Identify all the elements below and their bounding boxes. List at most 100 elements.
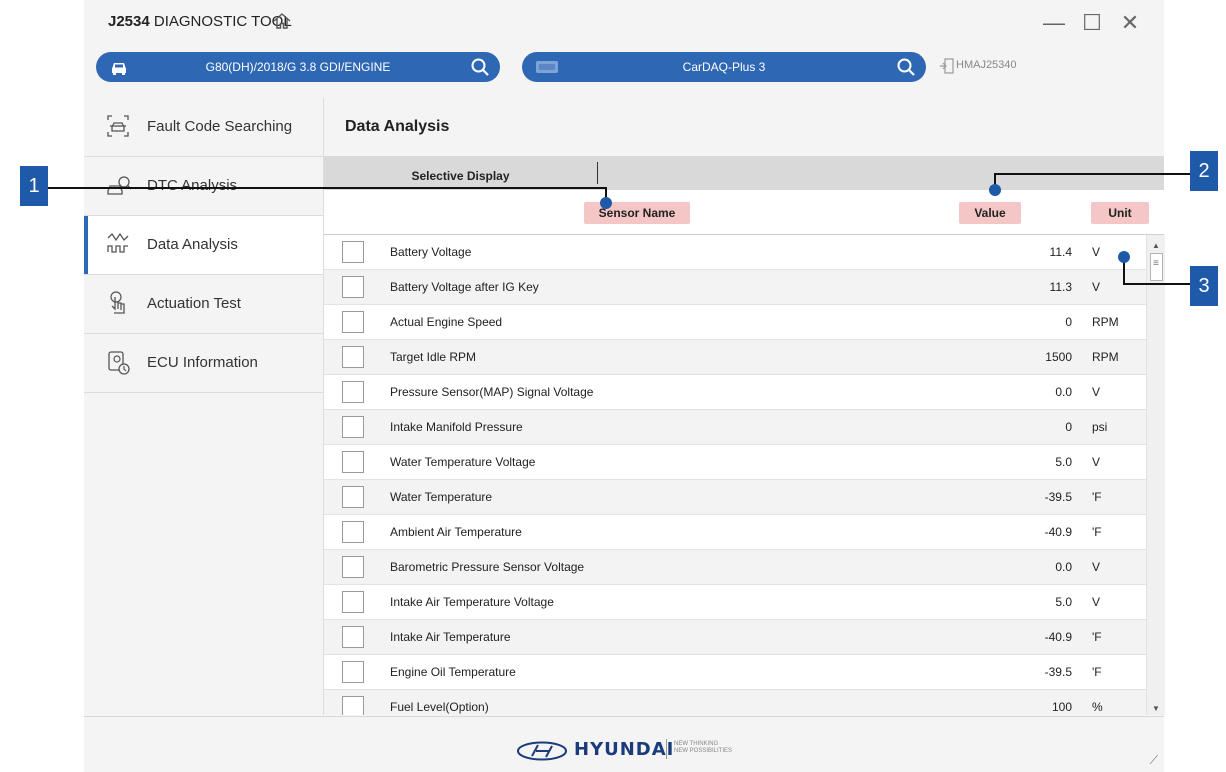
sidebar-item-data-analysis[interactable]: Data Analysis (84, 216, 323, 275)
row-checkbox[interactable] (342, 556, 364, 578)
sensor-unit: 'F (1092, 665, 1102, 679)
sensor-value: 5.0 (1055, 455, 1072, 469)
sensor-value: 11.4 (1049, 245, 1072, 259)
page-title: Data Analysis (345, 118, 450, 135)
table-row[interactable]: Intake Air Temperature Voltage 5.0 V (324, 585, 1146, 620)
resize-grip-icon[interactable]: ⟋ (1150, 753, 1158, 768)
sensor-name: Water Temperature Voltage (390, 455, 536, 469)
vertical-scrollbar[interactable]: ▲ ▼ (1146, 235, 1165, 715)
table-row[interactable]: Fuel Level(Option) 100% (324, 690, 1146, 715)
row-checkbox[interactable] (342, 521, 364, 543)
scroll-up-icon[interactable]: ▲ (1152, 241, 1160, 250)
table-row[interactable]: Intake Air Temperature -40.9 'F (324, 620, 1146, 655)
vehicle-label: G80(DH)/2018/G 3.8 GDI/ENGINE (205, 60, 391, 74)
sidebar-item-fault-code-searching[interactable]: Fault Code Searching (84, 98, 323, 157)
brand-divider (666, 739, 667, 759)
sensor-unit: V (1092, 560, 1101, 574)
sensor-value: -39.5 (1044, 490, 1072, 504)
table-row[interactable]: Actual Engine Speed 0 RPM (324, 305, 1146, 340)
table-row[interactable]: Water Temperature -39.5 'F (324, 480, 1146, 515)
car-diagnose-icon (106, 173, 132, 202)
sensor-value: 0.0 (1055, 385, 1072, 399)
search-icon[interactable] (896, 57, 916, 80)
row-checkbox[interactable] (342, 591, 364, 613)
sensor-name: Target Idle RPM (390, 350, 477, 364)
row-checkbox[interactable] (342, 381, 364, 403)
app-window: J2534 DIAGNOSTIC TOOL — ☐ ✕ G80(DH)/2018… (84, 0, 1165, 772)
app-title: J2534 DIAGNOSTIC TOOL (108, 13, 292, 30)
sensor-unit: V (1092, 595, 1101, 609)
title-bar: J2534 DIAGNOSTIC TOOL — ☐ ✕ (84, 0, 1164, 44)
scroll-down-icon[interactable]: ▼ (1152, 704, 1160, 713)
sensor-unit: V (1092, 280, 1101, 294)
sidebar-item-label: Data Analysis (147, 236, 238, 253)
row-checkbox[interactable] (342, 486, 364, 508)
sensor-table: Battery Voltage 11.4 V Battery Voltage aft… (324, 235, 1146, 715)
sensor-unit: RPM (1092, 315, 1119, 329)
footer: HYUNDAI NEW THINKING NEW POSSIBILITIES ⟋ (84, 716, 1164, 772)
home-icon[interactable] (272, 11, 292, 36)
hand-touch-icon (106, 291, 130, 322)
column-header-value[interactable]: Value (959, 202, 1021, 224)
table-row[interactable]: Engine Oil Temperature -39.5 'F (324, 655, 1146, 690)
table-row[interactable]: Water Temperature Voltage 5.0 V (324, 445, 1146, 480)
sensor-value: 5.0 (1055, 595, 1072, 609)
maximize-button[interactable]: ☐ (1077, 8, 1107, 38)
table-row[interactable]: Pressure Sensor(MAP) Signal Voltage 0.0 V (324, 375, 1146, 410)
row-checkbox[interactable] (342, 346, 364, 368)
callout-1: 1 (20, 166, 48, 206)
table-row[interactable]: Battery Voltage 11.4 V (324, 235, 1146, 270)
sensor-value: 1500 (1045, 350, 1072, 364)
close-button[interactable]: ✕ (1115, 8, 1145, 38)
sidebar-item-dtc-analysis[interactable]: DTC Analysis (84, 157, 323, 216)
row-checkbox[interactable] (342, 276, 364, 298)
minimize-button[interactable]: — (1039, 8, 1069, 38)
sensor-name: Battery Voltage (390, 245, 472, 259)
sensor-value: -40.9 (1044, 630, 1072, 644)
search-icon[interactable] (470, 57, 490, 80)
waveform-icon (106, 232, 130, 261)
sidebar-item-label: ECU Information (147, 354, 258, 371)
sidebar-item-ecu-information[interactable]: ECU Information (84, 334, 323, 393)
column-header-unit[interactable]: Unit (1091, 202, 1149, 224)
scroll-thumb[interactable] (1150, 253, 1163, 281)
sensor-unit: RPM (1092, 350, 1119, 364)
sensor-unit: V (1092, 385, 1101, 399)
row-checkbox[interactable] (342, 416, 364, 438)
tab-divider (597, 162, 598, 184)
column-header-sensor-name[interactable]: Sensor Name (584, 202, 690, 224)
sidebar-item-actuation-test[interactable]: Actuation Test (84, 275, 323, 334)
row-checkbox[interactable] (342, 311, 364, 333)
row-checkbox[interactable] (342, 241, 364, 263)
sensor-name: Water Temperature (390, 490, 493, 504)
vehicle-selector[interactable]: G80(DH)/2018/G 3.8 GDI/ENGINE (96, 52, 500, 82)
sensor-unit: psi (1092, 420, 1108, 434)
toolbar: G80(DH)/2018/G 3.8 GDI/ENGINE CarDAQ-Plu… (84, 44, 1164, 99)
connection-icon (940, 58, 954, 79)
table-row[interactable]: Intake Manifold Pressure 0 psi (324, 410, 1146, 445)
row-checkbox[interactable] (342, 696, 364, 715)
row-checkbox[interactable] (342, 451, 364, 473)
row-checkbox[interactable] (342, 661, 364, 683)
table-header: Sensor Name Value Unit (324, 190, 1164, 235)
table-row[interactable]: Target Idle RPM 1500 RPM (324, 340, 1146, 375)
sidebar-item-label: Actuation Test (147, 295, 241, 312)
hyundai-logo-icon (516, 741, 568, 766)
sidebar-item-label: DTC Analysis (147, 177, 238, 194)
device-label: CarDAQ-Plus 3 (682, 60, 766, 74)
table-row[interactable]: Battery Voltage after IG Key 11.3 V (324, 270, 1146, 305)
row-checkbox[interactable] (342, 626, 364, 648)
selective-display-tab[interactable]: Selective Display (324, 156, 597, 190)
selective-display-label: Selective Display (411, 169, 510, 183)
sensor-value: -40.9 (1044, 525, 1072, 539)
sensor-name: Engine Oil Temperature (390, 665, 516, 679)
sensor-value: 0.0 (1055, 560, 1072, 574)
connection-id: HMAJ25340 (956, 59, 1017, 71)
sensor-value: 0 (1065, 315, 1072, 329)
ecu-info-icon (106, 350, 132, 381)
device-selector[interactable]: CarDAQ-Plus 3 (522, 52, 926, 82)
table-row[interactable]: Ambient Air Temperature -40.9 'F (324, 515, 1146, 550)
sensor-unit: V (1092, 455, 1101, 469)
brand-tagline: NEW THINKING NEW POSSIBILITIES (674, 741, 732, 755)
table-row[interactable]: Barometric Pressure Sensor Voltage 0.0 V (324, 550, 1146, 585)
